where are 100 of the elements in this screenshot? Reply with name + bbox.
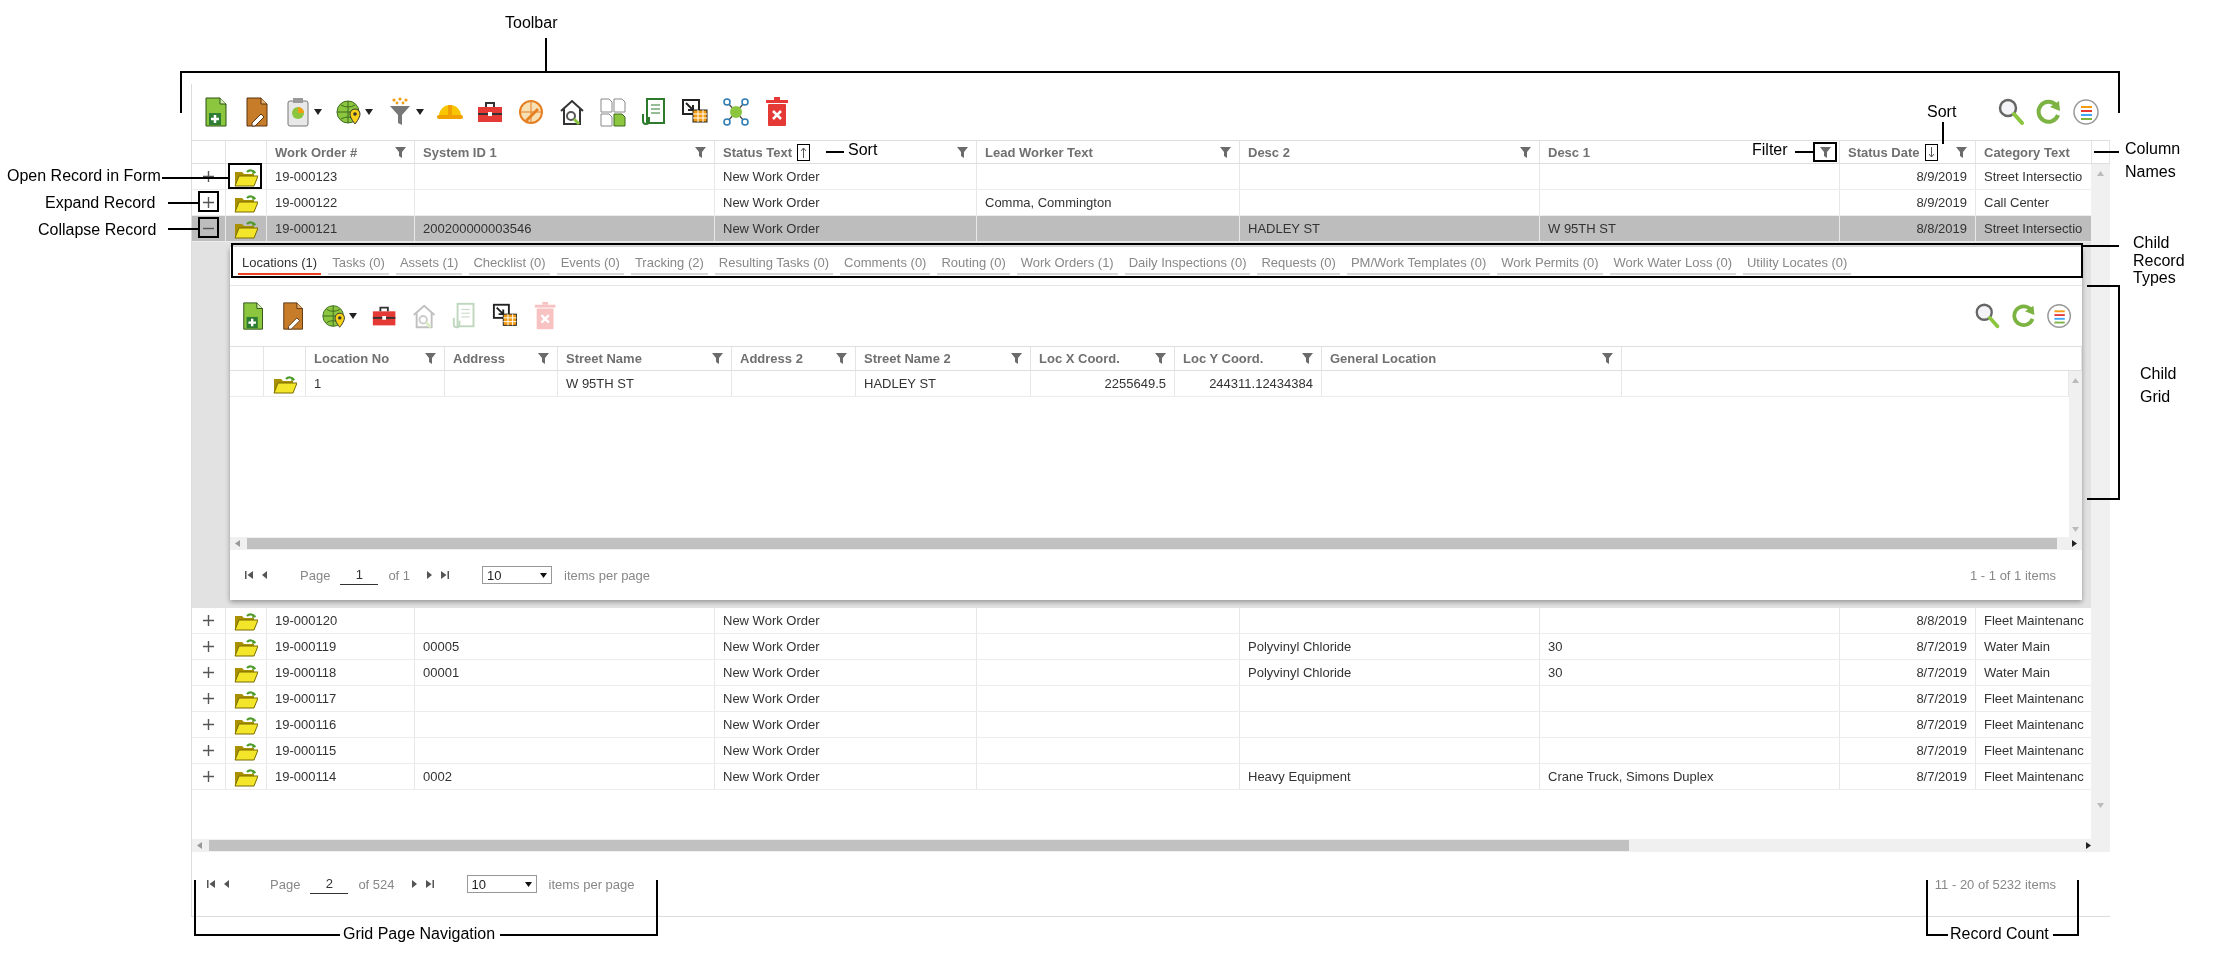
- open-record-button[interactable]: [234, 740, 258, 761]
- horizontal-scrollbar[interactable]: [192, 839, 2110, 852]
- filter-icon[interactable]: [1220, 146, 1231, 158]
- expand-button[interactable]: [202, 692, 215, 705]
- column-header[interactable]: System ID 1: [415, 141, 715, 163]
- table-row[interactable]: 19-000123 New Work Order 8/9/2019 Street Intersectio: [192, 164, 2091, 190]
- page-size-dropdown[interactable]: 10: [466, 875, 537, 893]
- column-header[interactable]: Desc 2: [1240, 141, 1540, 163]
- open-record-button[interactable]: [234, 662, 258, 683]
- filter-icon[interactable]: [957, 146, 968, 158]
- tab[interactable]: Work Orders (1): [1016, 253, 1118, 275]
- filter-icon[interactable]: [1820, 146, 1831, 158]
- tab[interactable]: Checklist (0): [469, 253, 550, 275]
- tab[interactable]: Routing (0): [937, 253, 1010, 275]
- trash-button[interactable]: [763, 96, 791, 128]
- tab[interactable]: Work Permits (0): [1497, 253, 1603, 275]
- new-document-button[interactable]: [202, 96, 230, 128]
- copy-documents-icon: [599, 96, 627, 128]
- column-header[interactable]: Location No: [306, 347, 445, 370]
- open-record-button[interactable]: [234, 218, 258, 239]
- edit-document-button[interactable]: [243, 96, 271, 128]
- search-button[interactable]: [1973, 301, 2000, 331]
- filter-icon[interactable]: [1155, 353, 1166, 364]
- leader-line: [826, 151, 844, 153]
- sort-descending-icon[interactable]: [1924, 143, 1938, 161]
- sort-ascending-icon[interactable]: [797, 143, 811, 161]
- filter-icon[interactable]: [538, 353, 549, 364]
- tab[interactable]: Requests (0): [1257, 253, 1340, 275]
- open-record-button[interactable]: [234, 766, 258, 787]
- filter-icon[interactable]: [1302, 353, 1313, 364]
- tab[interactable]: Comments (0): [840, 253, 931, 275]
- expand-button[interactable]: [202, 196, 215, 209]
- page-number-field[interactable]: 1: [340, 565, 379, 585]
- table-row[interactable]: 19-000114 0002 New Work Order Heavy Equipment Crane Truck, Simons Duplex 8/7/2019 Fleet Maintenanc: [192, 764, 2091, 790]
- table-row[interactable]: 19-000122 New Work Order Comma, Commington 8/9/2019 Call Center: [192, 190, 2091, 216]
- column-header[interactable]: Address: [445, 347, 558, 370]
- clipboard-chart-button[interactable]: [284, 96, 322, 128]
- column-header[interactable]: Loc Y Coord.: [1175, 347, 1322, 370]
- filter-icon[interactable]: [712, 353, 723, 364]
- filter-icon[interactable]: [1956, 146, 1967, 158]
- table-row[interactable]: 19-000120 New Work Order 8/8/2019 Fleet Maintenanc: [192, 608, 2091, 634]
- column-header[interactable]: Lead Worker Text: [977, 141, 1240, 163]
- table-row[interactable]: 19-000121 200200000003546 New Work Order HADLEY ST W 95TH ST 8/8/2019 Street Intersectio: [192, 216, 2091, 242]
- open-record-button[interactable]: [234, 636, 258, 657]
- open-record-button[interactable]: [234, 610, 258, 631]
- document-clip-button[interactable]: [640, 96, 668, 128]
- open-record-button[interactable]: [234, 192, 258, 213]
- filter-icon[interactable]: [425, 353, 436, 364]
- table-row[interactable]: 19-000117 New Work Order 8/7/2019 Fleet Maintenanc: [192, 686, 2091, 712]
- filter-icon[interactable]: [695, 146, 706, 158]
- filter-icon[interactable]: [836, 353, 847, 364]
- page-size-dropdown[interactable]: 10: [482, 566, 553, 584]
- filter-icon[interactable]: [1602, 353, 1613, 364]
- tab[interactable]: Tracking (2): [630, 253, 708, 275]
- open-record-button[interactable]: [234, 166, 258, 187]
- scroll-right-arrow-icon[interactable]: [2071, 540, 2078, 547]
- column-header[interactable]: Loc X Coord.: [1031, 347, 1175, 370]
- expand-button[interactable]: [202, 666, 215, 679]
- open-record-button[interactable]: [234, 714, 258, 735]
- column-header[interactable]: General Location: [1322, 347, 1622, 370]
- tab[interactable]: Daily Inspections (0): [1124, 253, 1251, 275]
- open-record-button[interactable]: [234, 688, 258, 709]
- filter-icon[interactable]: [395, 146, 406, 158]
- page-number-field[interactable]: 2: [310, 874, 349, 894]
- table-row[interactable]: 19-000119 00005 New Work Order Polyvinyl Chloride 30 8/7/2019 Water Main: [192, 634, 2091, 660]
- search-button[interactable]: [1996, 96, 2024, 128]
- callout-label: Filter: [1752, 141, 1788, 160]
- tab[interactable]: Utility Locates (0): [1743, 253, 1852, 275]
- table-row[interactable]: 19-000115 New Work Order 8/7/2019 Fleet Maintenanc: [192, 738, 2091, 764]
- tab[interactable]: Locations (1): [238, 253, 322, 275]
- filter-icon[interactable]: [1011, 353, 1022, 364]
- column-header[interactable]: Status Date: [1840, 141, 1976, 163]
- expand-button[interactable]: [202, 640, 215, 653]
- open-record-button[interactable]: [272, 373, 297, 394]
- expand-button[interactable]: [202, 170, 215, 183]
- tab[interactable]: Events (0): [556, 253, 624, 275]
- list-button[interactable]: [2072, 96, 2100, 128]
- expand-button[interactable]: [202, 718, 215, 731]
- horizontal-scrollbar[interactable]: [230, 537, 2082, 550]
- leader-line: [1942, 122, 1944, 144]
- tab[interactable]: PM/Work Templates (0): [1346, 253, 1491, 275]
- copy-documents-button[interactable]: [599, 96, 627, 128]
- tab[interactable]: Resulting Tasks (0): [714, 253, 834, 275]
- table-row[interactable]: 19-000118 00001 New Work Order Polyvinyl Chloride 30 8/7/2019 Water Main: [192, 660, 2091, 686]
- network-button[interactable]: [722, 96, 750, 128]
- scroll-right-arrow-icon[interactable]: [2085, 842, 2092, 849]
- table-row[interactable]: 19-000116 New Work Order 8/7/2019 Fleet Maintenanc: [192, 712, 2091, 738]
- column-header[interactable]: Category Text: [1976, 141, 2092, 163]
- filter-icon[interactable]: [1520, 146, 1531, 158]
- column-header[interactable]: Street Name: [558, 347, 732, 370]
- column-header[interactable]: Street Name 2: [856, 347, 1031, 370]
- expand-button[interactable]: [202, 770, 215, 783]
- expand-button[interactable]: [202, 614, 215, 627]
- expand-button[interactable]: [202, 744, 215, 757]
- column-header[interactable]: Work Order #: [267, 141, 415, 163]
- tab[interactable]: Tasks (0): [328, 253, 389, 275]
- tab[interactable]: Assets (1): [395, 253, 463, 275]
- column-header[interactable]: Address 2: [732, 347, 856, 370]
- list-button[interactable]: [2045, 301, 2072, 331]
- tab[interactable]: Work Water Loss (0): [1609, 253, 1736, 275]
